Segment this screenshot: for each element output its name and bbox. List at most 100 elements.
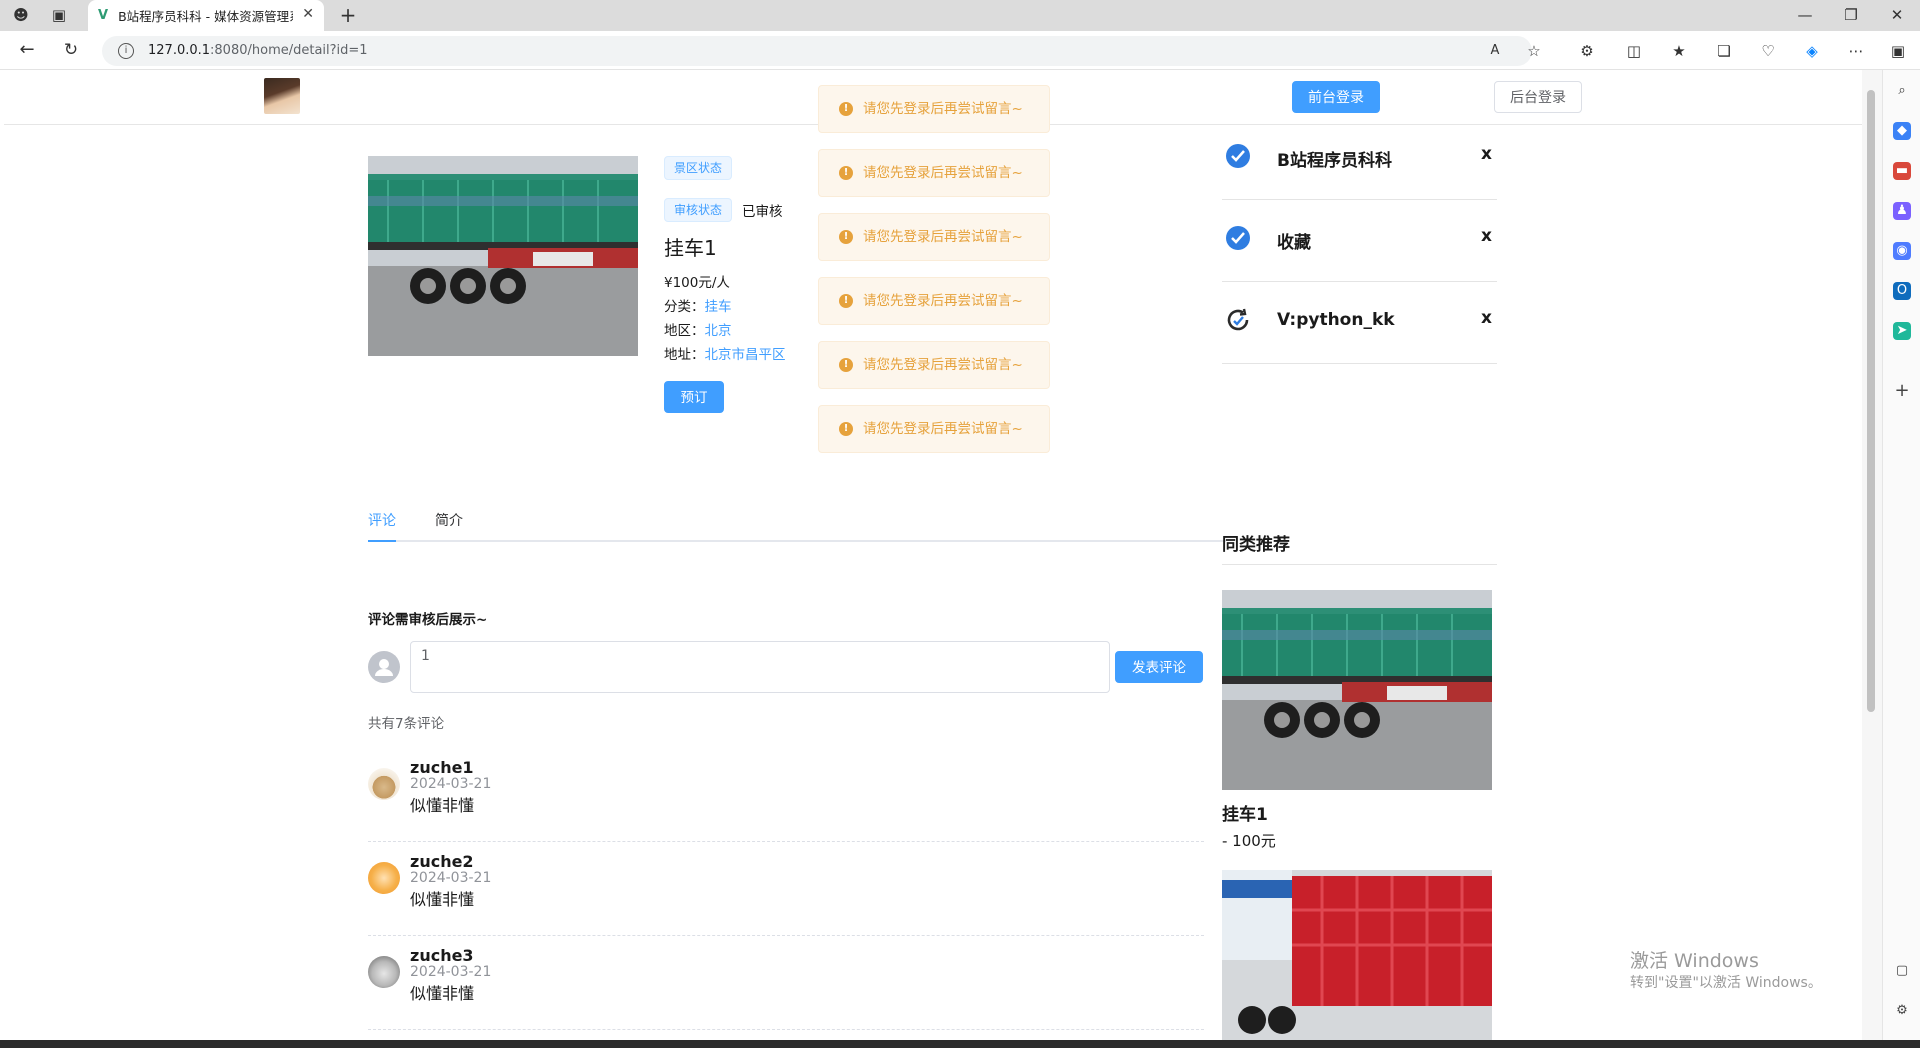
activation-watermark-subtitle: 转到"设置"以激活 Windows。 [1630, 975, 1822, 991]
close-icon[interactable]: x [1481, 144, 1492, 164]
tab-active-indicator [368, 540, 396, 542]
split-screen-icon[interactable]: ◫ [1623, 41, 1645, 61]
profile-icon[interactable]: ☻ [10, 5, 32, 25]
avatar [368, 862, 400, 894]
warning-icon: ! [839, 358, 853, 372]
scrollbar-thumb[interactable] [1867, 90, 1875, 712]
copilot-icon[interactable]: ◈ [1801, 41, 1823, 61]
warning-icon: ! [839, 166, 853, 180]
warning-icon: ! [839, 422, 853, 436]
comment-author: zuche3 [410, 946, 474, 965]
login-warning-toast: ! 请您先登录后再尝试留言~ [818, 341, 1050, 389]
outlook-icon[interactable]: O [1893, 282, 1911, 300]
url-host: 127.0.0.1 [148, 43, 211, 58]
games-icon[interactable]: ♟ [1893, 202, 1911, 220]
region-link[interactable]: 北京 [705, 323, 732, 339]
comment-item: zuche1 2024-03-21 似懂非懂 [368, 748, 1204, 842]
favorite-star-icon[interactable]: ☆ [1523, 41, 1545, 61]
send-icon[interactable]: ➤ [1893, 322, 1911, 340]
browser-tab-active[interactable]: V B站程序员科科 - 媒体资源管理系 ✕ [88, 0, 324, 31]
restore-icon[interactable]: ❐ [1840, 5, 1862, 25]
recommend-heading: 同类推荐 [1222, 535, 1290, 555]
browser-sidebar: ⌕ ◆ ▬ ♟ ◉ O ➤ + ▢ ⚙ [1882, 70, 1920, 1040]
minimize-icon[interactable]: — [1794, 5, 1816, 25]
tab-actions-icon[interactable]: ▣ [48, 5, 70, 25]
extensions-icon[interactable]: ⚙ [1576, 41, 1598, 61]
address-label: 地址： [664, 347, 705, 363]
back-login-button[interactable]: 后台登录 [1494, 81, 1582, 113]
comment-author: zuche2 [410, 852, 474, 871]
audit-status-value: 已审核 [742, 204, 783, 220]
recommend-item-price: - 100元 [1222, 832, 1276, 850]
new-tab-icon[interactable]: + [337, 5, 359, 25]
reload-icon[interactable]: ↻ [60, 40, 82, 60]
sidebar-toggle-icon[interactable]: ▣ [1887, 41, 1909, 61]
comment-date: 2024-03-21 [410, 870, 492, 886]
side-menu-item-profile[interactable]: B站程序员科科 x [1222, 118, 1497, 200]
search-icon[interactable]: ⌕ [1893, 82, 1911, 100]
tab-title: B站程序员科科 - 媒体资源管理系 [118, 9, 294, 24]
close-icon[interactable]: x [1481, 226, 1492, 246]
url-field[interactable]: i 127.0.0.1:8080/home/detail?id=1 [102, 36, 1532, 66]
book-button[interactable]: 预订 [664, 381, 724, 413]
screenshot-icon[interactable]: ▢ [1893, 962, 1911, 980]
region-label: 地区： [664, 323, 705, 339]
login-warning-toast: ! 请您先登录后再尝试留言~ [818, 213, 1050, 261]
address-link[interactable]: 北京市昌平区 [705, 347, 786, 363]
read-aloud-icon[interactable]: A [1484, 41, 1506, 61]
browser-tab-bar: ☻ ▣ V B站程序员科科 - 媒体资源管理系 ✕ + — ❐ ✕ [0, 0, 1920, 31]
site-info-icon[interactable]: i [118, 43, 134, 59]
audit-status-tag: 审核状态 [664, 198, 733, 222]
side-menu-item-favorites[interactable]: 收藏 x [1222, 200, 1497, 282]
category-link[interactable]: 挂车 [705, 299, 732, 315]
collections-icon[interactable]: ❏ [1713, 41, 1735, 61]
recommend-item-image[interactable] [1222, 590, 1492, 790]
comment-text: 似懂非懂 [410, 796, 475, 815]
trailer-photo-red [1222, 870, 1492, 1040]
badge-check-icon [1226, 226, 1250, 250]
scenic-status-tag: 景区状态 [664, 156, 733, 180]
shopping-icon[interactable]: ◆ [1893, 122, 1911, 140]
page-scrollbar[interactable] [1862, 70, 1882, 1040]
refresh-icon [1227, 308, 1249, 331]
close-tab-icon[interactable]: ✕ [302, 6, 314, 22]
vue-logo-icon: V [98, 8, 109, 23]
tools-icon[interactable]: ▬ [1893, 162, 1911, 180]
trailer-photo-green [368, 156, 638, 356]
favorites-icon[interactable]: ★ [1668, 41, 1690, 61]
tabs-divider [368, 540, 1226, 542]
tab-comments[interactable]: 评论 [368, 510, 396, 530]
login-warning-toast: ! 请您先登录后再尝试留言~ [818, 149, 1050, 197]
avatar [368, 956, 400, 988]
recommend-item-image[interactable] [1222, 870, 1492, 1040]
category-label: 分类： [664, 299, 705, 315]
comment-item: zuche3 2024-03-21 似懂非懂 [368, 936, 1204, 1030]
more-menu-icon[interactable]: ⋯ [1845, 41, 1867, 61]
close-window-icon[interactable]: ✕ [1886, 5, 1908, 25]
comment-item: zuche2 2024-03-21 似懂非懂 [368, 842, 1204, 936]
site-logo-avatar[interactable] [264, 78, 300, 114]
office-icon[interactable]: ◉ [1893, 242, 1911, 260]
comment-date: 2024-03-21 [410, 964, 492, 980]
warning-icon: ! [839, 230, 853, 244]
recommend-item-title[interactable]: 挂车1 [1222, 800, 1268, 825]
login-warning-toast: ! 请您先登录后再尝试留言~ [818, 405, 1050, 453]
activation-watermark-title: 激活 Windows [1630, 950, 1759, 972]
comment-date: 2024-03-21 [410, 776, 492, 792]
back-icon[interactable]: ← [16, 40, 38, 60]
add-sidebar-icon[interactable]: + [1893, 382, 1911, 400]
side-menu-item-contact[interactable]: V:python_kk x [1222, 282, 1497, 364]
os-taskbar [0, 1040, 1920, 1048]
comment-notice: 评论需审核后展示~ [368, 612, 488, 628]
close-icon[interactable]: x [1481, 308, 1492, 328]
login-warning-toast: ! 请您先登录后再尝试留言~ [818, 277, 1050, 325]
side-menu-label: B站程序员科科 [1277, 151, 1392, 171]
user-avatar-placeholder [368, 651, 400, 683]
performance-icon[interactable]: ♡ [1757, 41, 1779, 61]
submit-comment-button[interactable]: 发表评论 [1115, 651, 1203, 683]
settings-icon[interactable]: ⚙ [1893, 1002, 1911, 1020]
comment-input[interactable]: 1 [410, 641, 1110, 693]
front-login-button[interactable]: 前台登录 [1292, 81, 1380, 113]
side-menu-label: 收藏 [1277, 233, 1311, 253]
tab-intro[interactable]: 简介 [435, 510, 463, 530]
